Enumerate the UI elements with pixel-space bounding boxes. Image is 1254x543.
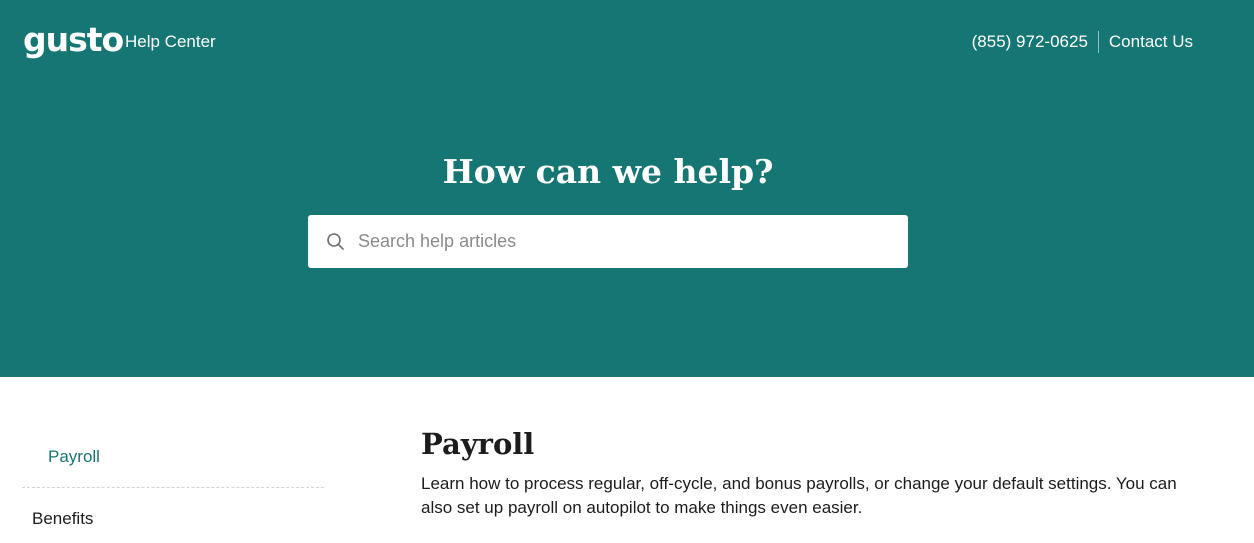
- sidebar-item-payroll[interactable]: Payroll: [22, 430, 324, 488]
- phone-number-link[interactable]: (855) 972-0625: [972, 31, 1099, 53]
- sidebar-item-benefits[interactable]: Benefits: [22, 488, 324, 530]
- help-center-link[interactable]: Help Center: [125, 31, 216, 53]
- search-icon: [326, 232, 346, 252]
- search-box[interactable]: [308, 215, 908, 268]
- header-contact-area: (855) 972-0625 Contact Us: [972, 31, 1193, 53]
- hero-title: How can we help?: [442, 152, 774, 191]
- gusto-logo[interactable]: gusto: [23, 20, 124, 60]
- hero-banner: gusto Help Center (855) 972-0625 Contact…: [0, 0, 1254, 377]
- category-sidebar: Payroll Benefits: [22, 430, 324, 530]
- contact-us-link[interactable]: Contact Us: [1099, 31, 1193, 53]
- search-input[interactable]: [358, 215, 898, 268]
- category-content: Payroll Learn how to process regular, of…: [421, 424, 1191, 520]
- page-title: Payroll: [421, 427, 535, 461]
- category-description: Learn how to process regular, off-cycle,…: [421, 474, 1177, 517]
